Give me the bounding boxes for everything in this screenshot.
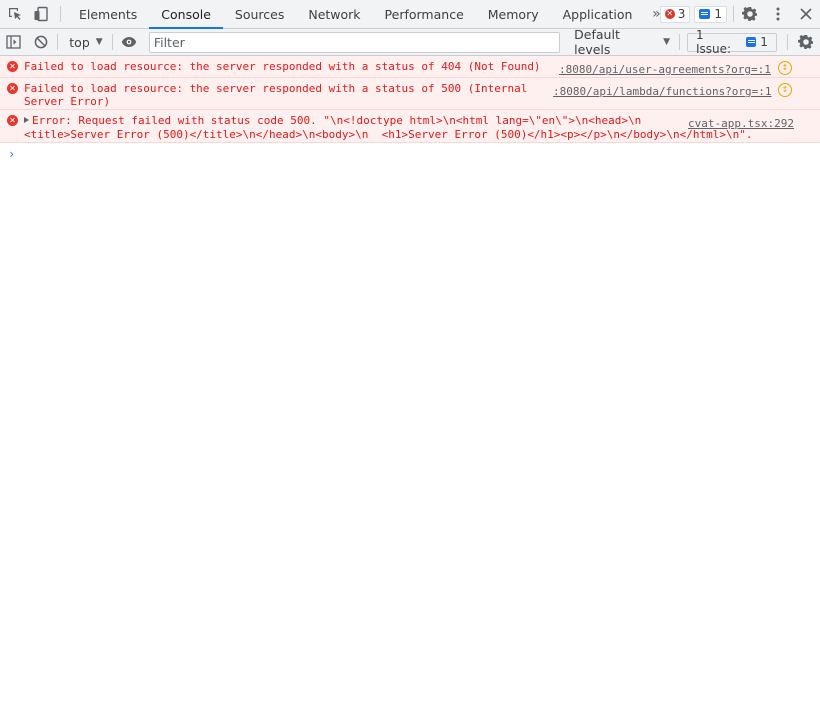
network-request-icon[interactable]: ↕ — [778, 61, 792, 75]
message-text-line: Failed to load resource: the server resp… — [24, 82, 528, 95]
filter-input[interactable]: Filter — [148, 31, 561, 53]
live-expression-eye-icon[interactable] — [116, 29, 143, 55]
console-prompt-icon[interactable]: › — [8, 147, 15, 161]
message-source-link[interactable]: cvat-app.tsx:292 — [688, 117, 794, 130]
console-error-message[interactable]: ✕ Failed to load resource: the server re… — [0, 56, 820, 78]
error-count: 3 — [677, 7, 686, 21]
network-request-icon[interactable]: ↕ — [778, 83, 792, 97]
more-options-icon[interactable] — [764, 0, 792, 28]
toolbar-divider — [57, 34, 59, 50]
context-selector[interactable]: top ▼ — [61, 35, 108, 50]
clear-console-icon[interactable] — [27, 29, 54, 55]
dropdown-caret-icon: ▼ — [663, 37, 670, 47]
error-icon: ✕ — [7, 61, 18, 72]
message-count: 1 — [714, 7, 722, 21]
console-error-message[interactable]: ✕ Error: Request failed with status code… — [0, 110, 820, 143]
expand-triangle-icon[interactable] — [24, 117, 29, 123]
log-levels-dropdown[interactable]: Default levels ▼ — [568, 27, 676, 57]
tab-application[interactable]: Application — [551, 0, 645, 28]
tab-label: Memory — [487, 6, 539, 22]
console-toolbar: top ▼ Filter Default levels ▼ 1 Issue: 1 — [0, 27, 820, 57]
tab-label: Sources — [234, 6, 285, 22]
toolbar-divider — [60, 6, 61, 22]
close-icon[interactable] — [792, 0, 820, 28]
tab-performance[interactable]: Performance — [373, 0, 476, 28]
console-messages: ✕ Failed to load resource: the server re… — [0, 56, 820, 143]
tab-label: Application — [562, 6, 633, 22]
message-text-line: Error: Request failed with status code 5… — [24, 114, 641, 127]
tabbar-right-controls: ✕ 3 1 — [656, 0, 820, 28]
toolbar-divider — [733, 6, 734, 22]
error-icon: ✕ — [7, 115, 18, 126]
toolbar-divider — [679, 34, 680, 50]
tab-label: Console — [161, 6, 211, 22]
settings-gear-icon[interactable] — [736, 0, 764, 28]
message-text-line: Server Error) — [24, 95, 111, 108]
console-settings-gear-icon[interactable] — [793, 29, 820, 55]
error-icon: ✕ — [7, 83, 18, 94]
log-levels-label: Default levels — [574, 27, 620, 57]
tab-sources[interactable]: Sources — [223, 0, 296, 28]
devtools-tabbar: Elements Console Sources Network Perform… — [0, 0, 820, 29]
context-label: top — [69, 34, 90, 50]
dropdown-caret-icon: ▼ — [95, 37, 103, 47]
issue-icon — [745, 37, 757, 47]
tab-network[interactable]: Network — [296, 0, 372, 28]
issues-count: 1 — [760, 35, 768, 49]
tab-label: Performance — [384, 6, 464, 22]
tab-label: Elements — [79, 6, 138, 22]
toolbar-divider — [111, 34, 113, 50]
message-icon — [699, 9, 711, 19]
toolbar-divider — [786, 34, 788, 50]
inspect-element-icon[interactable] — [2, 0, 28, 28]
message-source-link[interactable]: :8080/api/user-agreements?org=:1 — [559, 63, 771, 76]
tab-console[interactable]: Console — [149, 0, 223, 29]
issues-label: 1 Issue: — [695, 28, 732, 56]
message-source-link[interactable]: :8080/api/lambda/functions?org=:1 — [553, 85, 772, 98]
error-count-badge[interactable]: ✕ 3 — [659, 5, 691, 23]
issues-button[interactable]: 1 Issue: 1 — [686, 28, 777, 56]
show-sidebar-icon[interactable] — [0, 29, 27, 55]
message-text: Failed to load resource: the server resp… — [24, 60, 541, 73]
console-error-message[interactable]: ✕ Failed to load resource: the server re… — [0, 78, 820, 110]
message-text: Error: Request failed with status code 5… — [32, 114, 642, 127]
message-count-badge[interactable]: 1 — [694, 5, 727, 23]
tab-label: Network — [308, 6, 361, 22]
device-toolbar-icon[interactable] — [28, 0, 54, 28]
tab-elements[interactable]: Elements — [67, 0, 149, 28]
message-text-line: <title>Server Error (500)</title>\n</hea… — [24, 128, 753, 141]
error-icon: ✕ — [664, 9, 675, 19]
filter-placeholder: Filter — [153, 34, 185, 50]
tab-memory[interactable]: Memory — [476, 0, 551, 28]
